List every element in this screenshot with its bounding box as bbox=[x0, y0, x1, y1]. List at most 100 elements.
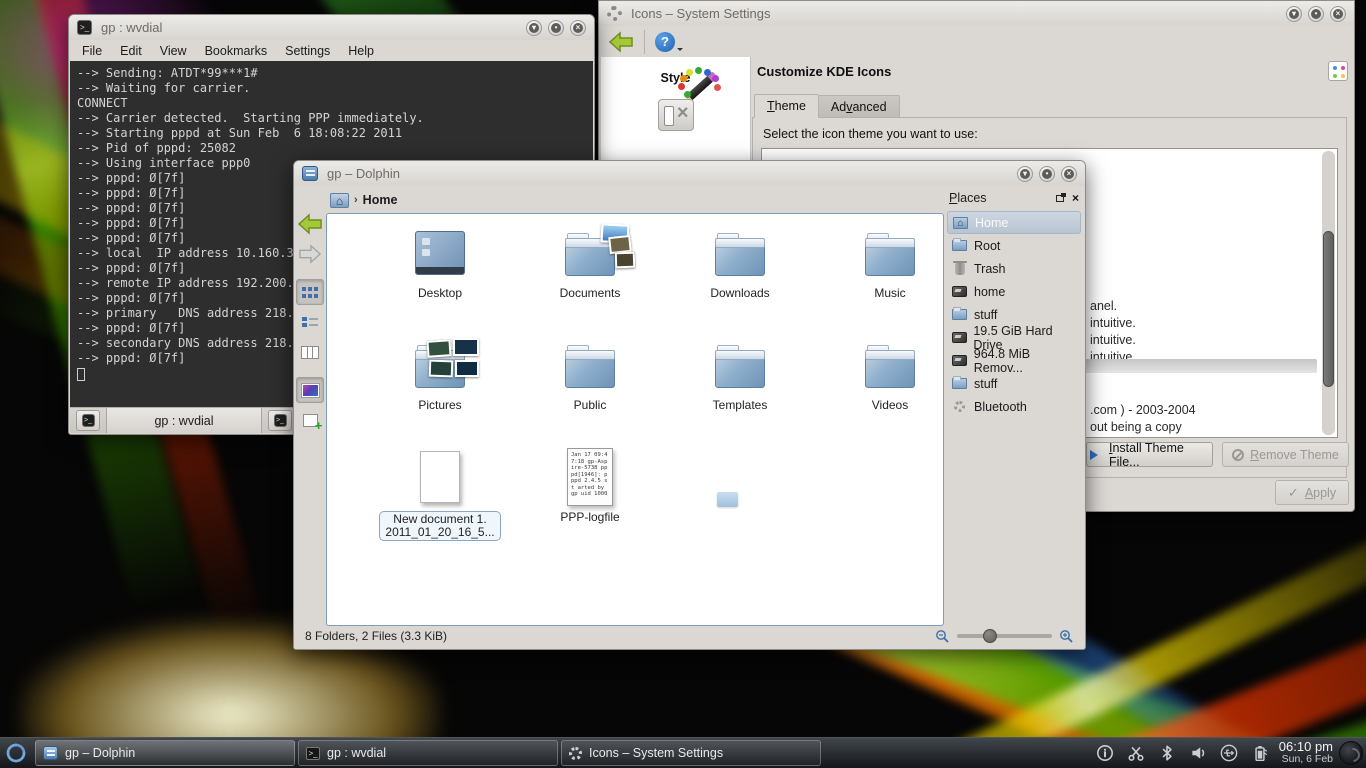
theme-list-text[interactable]: intuitive. bbox=[1090, 316, 1136, 330]
maximize-button[interactable]: • bbox=[1039, 166, 1055, 182]
file-item-documents[interactable]: Documents bbox=[515, 222, 665, 334]
file-item-downloads[interactable]: Downloads bbox=[665, 222, 815, 334]
forward-button[interactable] bbox=[296, 241, 324, 267]
details-view-button[interactable] bbox=[296, 309, 324, 335]
tab-list-button[interactable]: >_ bbox=[268, 410, 292, 431]
close-panel-icon[interactable]: × bbox=[1072, 193, 1079, 203]
breadcrumb-location[interactable]: Home bbox=[363, 193, 398, 207]
file-item-new-document-1[interactable]: New document 1.2011_01_20_16_5... bbox=[365, 446, 515, 558]
new-tab-button[interactable]: >_ bbox=[76, 410, 100, 431]
zoom-out-icon[interactable] bbox=[935, 629, 950, 644]
dolphin-titlebar[interactable]: gp – Dolphin ▾ • × bbox=[294, 161, 1085, 186]
file-item-public[interactable]: Public bbox=[515, 334, 665, 446]
theme-list-text[interactable]: intuitive. bbox=[1090, 333, 1136, 347]
install-theme-button[interactable]: Install Theme File... bbox=[1086, 442, 1213, 467]
file-icon bbox=[865, 222, 915, 284]
drive-icon bbox=[951, 332, 967, 343]
back-button[interactable] bbox=[296, 211, 324, 237]
home-icon[interactable]: ⌂ bbox=[330, 193, 349, 208]
menu-item-bookmarks[interactable]: Bookmarks bbox=[205, 44, 268, 58]
maximize-button[interactable]: • bbox=[1308, 6, 1324, 22]
terminal-cursor bbox=[77, 368, 85, 381]
minimize-button[interactable]: ▾ bbox=[526, 20, 542, 36]
text-file-preview-icon: Jan 17 09:4 7:18 gp-Asp ire-5738 pp pd[1… bbox=[567, 448, 613, 506]
minimize-button[interactable]: ▾ bbox=[1286, 6, 1302, 22]
detach-panel-icon[interactable] bbox=[1056, 195, 1064, 202]
photo-thumbnail bbox=[426, 339, 451, 358]
task-gp-dolphin[interactable]: gp – Dolphin bbox=[35, 740, 295, 766]
menu-item-file[interactable]: File bbox=[82, 44, 102, 58]
details-view-icon bbox=[302, 316, 318, 328]
drive-icon bbox=[952, 355, 967, 366]
konsole-titlebar[interactable]: >_ gp : wvdial ▾ • × bbox=[69, 15, 594, 40]
places-item-stuff[interactable]: stuff bbox=[947, 372, 1081, 395]
task-gp-wvdial[interactable]: >_gp : wvdial bbox=[298, 740, 558, 766]
menu-item-view[interactable]: View bbox=[160, 44, 187, 58]
clock[interactable]: 06:10 pm Sun, 6 Feb bbox=[1279, 740, 1339, 766]
places-item-root[interactable]: Root bbox=[947, 234, 1081, 257]
menu-item-settings[interactable]: Settings bbox=[285, 44, 330, 58]
back-arrow-icon[interactable] bbox=[608, 30, 634, 54]
file-item-desktop[interactable]: Desktop bbox=[365, 222, 515, 334]
zoom-slider[interactable] bbox=[957, 634, 1052, 638]
no-entry-icon bbox=[1232, 449, 1244, 461]
install-arrow-icon bbox=[1090, 450, 1103, 460]
icons-view-button[interactable] bbox=[296, 279, 324, 305]
breadcrumb[interactable]: ⌂ › Home bbox=[330, 189, 397, 211]
close-button[interactable]: × bbox=[1061, 166, 1077, 182]
scrollbar-track[interactable] bbox=[1322, 151, 1335, 435]
apply-button[interactable]: ✓ Apply bbox=[1275, 480, 1349, 505]
folder-view[interactable]: DesktopDocumentsDownloadsMusic PicturesPu… bbox=[326, 213, 944, 626]
close-button[interactable]: × bbox=[570, 20, 586, 36]
file-item-pictures[interactable]: Pictures bbox=[365, 334, 515, 446]
theme-description-text: .com ) - 2003-2004 bbox=[1090, 403, 1196, 417]
file-item-ppp-logfile[interactable]: Jan 17 09:4 7:18 gp-Asp ire-5738 pp pd[1… bbox=[515, 446, 665, 558]
app-launcher-icon[interactable] bbox=[0, 738, 32, 768]
columns-view-button[interactable] bbox=[296, 339, 324, 365]
file-icon bbox=[420, 446, 460, 508]
panel-toolbox-icon[interactable] bbox=[1339, 741, 1363, 765]
system-settings-titlebar[interactable]: Icons – System Settings ▾ • × bbox=[599, 1, 1354, 26]
file-item-templates[interactable]: Templates bbox=[665, 334, 815, 446]
minimize-button[interactable]: ▾ bbox=[1017, 166, 1033, 182]
theme-list-text[interactable]: anel. bbox=[1090, 299, 1117, 313]
scrollbar-thumb[interactable] bbox=[1323, 231, 1334, 387]
back-arrow-icon bbox=[297, 212, 323, 236]
zoom-slider-handle[interactable] bbox=[983, 629, 997, 643]
tab-theme[interactable]: Theme bbox=[754, 94, 819, 118]
blank-document-icon bbox=[420, 451, 460, 503]
split-view-button[interactable] bbox=[296, 407, 324, 433]
preview-button[interactable] bbox=[296, 377, 324, 403]
folder-icon bbox=[951, 378, 968, 389]
battery-icon[interactable] bbox=[1249, 742, 1271, 764]
menu-item-help[interactable]: Help bbox=[348, 44, 374, 58]
places-item-trash[interactable]: Trash bbox=[947, 257, 1081, 280]
volume-icon[interactable] bbox=[1187, 742, 1209, 764]
folder-icon bbox=[565, 351, 615, 388]
tab-wvdial[interactable]: gp : wvdial bbox=[106, 408, 262, 433]
places-item-964-8-mib-remov[interactable]: 964.8 MiB Remov... bbox=[947, 349, 1081, 372]
bluetooth-icon[interactable] bbox=[1156, 742, 1178, 764]
task-icons-system-settings[interactable]: Icons – System Settings bbox=[561, 740, 821, 766]
places-item-bluetooth[interactable]: Bluetooth bbox=[947, 395, 1081, 418]
drive-icon bbox=[952, 332, 967, 343]
terminal-icon: >_ bbox=[274, 414, 287, 427]
file-item-music[interactable]: Music bbox=[815, 222, 944, 334]
tab-advanced[interactable]: Advanced bbox=[818, 95, 900, 118]
help-icon[interactable]: ? bbox=[655, 32, 675, 52]
klipper-scissors-icon[interactable] bbox=[1125, 742, 1147, 764]
menu-item-edit[interactable]: Edit bbox=[120, 44, 142, 58]
places-item-home[interactable]: home bbox=[947, 280, 1081, 303]
maximize-button[interactable]: • bbox=[548, 20, 564, 36]
file-icon bbox=[415, 334, 465, 396]
file-item-videos[interactable]: Videos bbox=[815, 334, 944, 446]
places-item-home[interactable]: ⌂Home bbox=[947, 211, 1081, 234]
workspace-tools-icon[interactable] bbox=[658, 99, 694, 131]
close-button[interactable]: × bbox=[1330, 6, 1346, 22]
zoom-in-icon[interactable] bbox=[1059, 629, 1074, 644]
notifications-icon[interactable] bbox=[1094, 742, 1116, 764]
forward-arrow-icon bbox=[298, 243, 322, 265]
sidebar-item-style[interactable]: Style bbox=[601, 57, 750, 85]
device-notifier-icon[interactable] bbox=[1218, 742, 1240, 764]
remove-theme-button[interactable]: Remove Theme bbox=[1222, 442, 1349, 467]
